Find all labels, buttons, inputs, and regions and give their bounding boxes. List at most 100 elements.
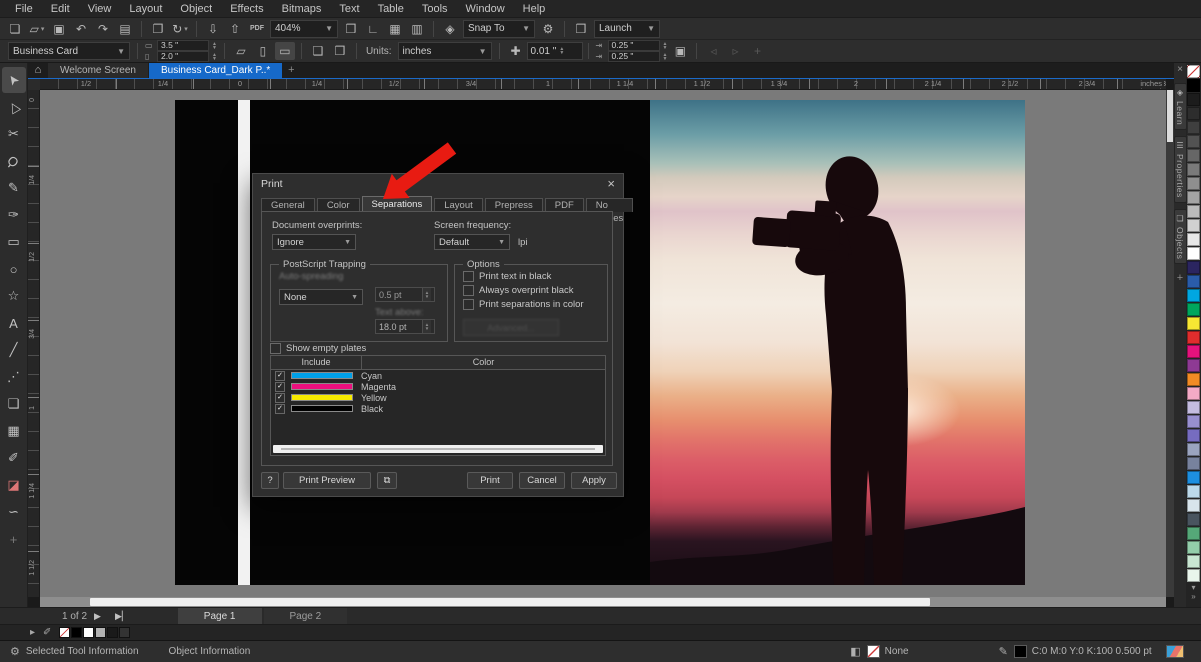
- vertical-scrollbar[interactable]: [1166, 90, 1174, 597]
- recent-color-swatch[interactable]: [107, 627, 118, 638]
- color-swatch[interactable]: [1187, 177, 1200, 190]
- treat-as-filled-icon[interactable]: ▣: [670, 42, 690, 60]
- options-gear-icon[interactable]: ⚙: [538, 20, 558, 38]
- landscape-icon[interactable]: ▭: [275, 42, 295, 60]
- plate-row[interactable]: ✓Yellow: [271, 392, 605, 403]
- docker-tab-learn[interactable]: ◈Learn: [1174, 83, 1187, 130]
- add-tool-icon[interactable]: +: [2, 526, 26, 552]
- docker-tab-properties[interactable]: ☰Properties: [1174, 136, 1187, 203]
- color-swatch[interactable]: [1187, 107, 1200, 120]
- shape-tool[interactable]: △: [2, 94, 26, 120]
- eraser-tool[interactable]: ◪: [2, 472, 26, 498]
- color-swatch[interactable]: [1187, 331, 1200, 344]
- color-swatch[interactable]: [1187, 163, 1200, 176]
- nudge-icon[interactable]: ✚: [506, 42, 526, 60]
- new-document-icon[interactable]: ❏: [5, 20, 25, 38]
- trapping-dropdown[interactable]: None▼: [279, 289, 363, 305]
- pdf-icon[interactable]: PDF: [247, 20, 267, 38]
- menu-bitmaps[interactable]: Bitmaps: [273, 0, 331, 18]
- plate-include-checkbox[interactable]: ✓: [275, 393, 285, 403]
- menu-window[interactable]: Window: [457, 0, 514, 18]
- horizontal-scrollbar[interactable]: [40, 597, 1166, 607]
- add-docker-icon[interactable]: +: [1177, 272, 1183, 284]
- print-tab-layout[interactable]: Layout: [434, 198, 483, 212]
- checkbox-box[interactable]: [270, 343, 281, 354]
- text-tool[interactable]: A: [2, 310, 26, 336]
- maximum-spread-field[interactable]: 0.5 pt ▲▼: [375, 287, 435, 302]
- apply-button[interactable]: Apply: [571, 472, 617, 489]
- spinner-arrows-icon[interactable]: ▲▼: [212, 53, 217, 61]
- import-icon[interactable]: ⇩: [203, 20, 223, 38]
- crop-tool[interactable]: ✂: [2, 121, 26, 147]
- print-tab-no-issues[interactable]: No Issues: [586, 198, 633, 212]
- spinner-arrows-icon[interactable]: ▲▼: [663, 42, 668, 50]
- docker-tab-objects[interactable]: ❏Objects: [1174, 209, 1187, 264]
- menu-view[interactable]: View: [79, 0, 121, 18]
- menu-file[interactable]: File: [6, 0, 42, 18]
- drop-shadow-tool[interactable]: ❏: [2, 391, 26, 417]
- print-preview-button[interactable]: Print Preview: [283, 472, 371, 489]
- paste-icon[interactable]: ❐: [148, 20, 168, 38]
- angle-icon[interactable]: ▱: [231, 42, 251, 60]
- color-swatch[interactable]: [1187, 373, 1200, 386]
- pattern-fill-tool[interactable]: ▦: [2, 418, 26, 444]
- plate-row[interactable]: ✓Magenta: [271, 381, 605, 392]
- palette-expand-icon[interactable]: »: [1191, 592, 1195, 601]
- new-document-tab-icon[interactable]: +: [283, 63, 299, 78]
- plate-row[interactable]: ✓Black: [271, 403, 605, 414]
- color-swatch[interactable]: [1187, 527, 1200, 540]
- menu-text[interactable]: Text: [330, 0, 368, 18]
- plate-include-checkbox[interactable]: ✓: [275, 382, 285, 392]
- menu-table[interactable]: Table: [369, 0, 413, 18]
- color-swatch[interactable]: [1187, 457, 1200, 470]
- artistic-media-tool[interactable]: ✑: [2, 202, 26, 228]
- print-tab-general[interactable]: General: [261, 198, 315, 212]
- document-overprints-dropdown[interactable]: Ignore▼: [272, 234, 356, 250]
- palette-scroll-down-icon[interactable]: ▾: [1191, 583, 1195, 592]
- color-swatch[interactable]: [1187, 261, 1200, 274]
- print-tab-separations[interactable]: Separations: [362, 196, 433, 212]
- color-swatch[interactable]: [1187, 233, 1200, 246]
- portrait-icon[interactable]: ▯: [253, 42, 273, 60]
- eyedropper-tool[interactable]: ✐: [2, 445, 26, 471]
- document-tab[interactable]: Welcome Screen: [48, 63, 148, 78]
- duplicate-y-field[interactable]: 0.25 ": [608, 51, 660, 62]
- undo-history-icon[interactable]: ↻▾: [170, 20, 190, 38]
- no-color-swatch[interactable]: [1187, 65, 1200, 78]
- spin-down-icon[interactable]: ▼: [559, 51, 564, 55]
- menu-tools[interactable]: Tools: [413, 0, 457, 18]
- color-swatch[interactable]: [1187, 429, 1200, 442]
- spin-down-icon[interactable]: ▼: [663, 57, 668, 61]
- color-swatch[interactable]: [1187, 93, 1200, 106]
- docker-close-icon[interactable]: ×: [1177, 63, 1183, 77]
- duplicate-x-field[interactable]: 0.25 ": [608, 40, 660, 51]
- status-gear-icon[interactable]: ⚙: [10, 645, 20, 658]
- plate-include-checkbox[interactable]: ✓: [275, 371, 285, 381]
- units-combo[interactable]: inches▼: [398, 42, 492, 60]
- color-swatch[interactable]: [1187, 135, 1200, 148]
- line-tool[interactable]: ╱: [2, 337, 26, 363]
- color-swatch[interactable]: [1187, 471, 1200, 484]
- screen-frequency-dropdown[interactable]: Default▼: [434, 234, 510, 250]
- plate-table-scrollbar[interactable]: [273, 445, 603, 453]
- current-page-icon[interactable]: ❒: [330, 42, 350, 60]
- checkbox-box[interactable]: [463, 285, 474, 296]
- show-empty-plates-checkbox[interactable]: Show empty plates: [270, 343, 366, 354]
- all-pages-icon[interactable]: ❑: [308, 42, 328, 60]
- print-button[interactable]: Print: [467, 472, 513, 489]
- color-swatch[interactable]: [1187, 513, 1200, 526]
- save-icon[interactable]: ▣: [49, 20, 69, 38]
- text-above-field[interactable]: 18.0 pt ▲▼: [375, 319, 435, 334]
- guidelines-icon[interactable]: ▥: [407, 20, 427, 38]
- color-swatch[interactable]: [1187, 247, 1200, 260]
- launch-combo[interactable]: Launch▼: [594, 20, 660, 38]
- menu-layout[interactable]: Layout: [120, 0, 171, 18]
- last-page-icon[interactable]: ▶▏: [115, 611, 129, 622]
- recent-color-swatch[interactable]: [83, 627, 94, 638]
- next-page-icon[interactable]: ▶: [94, 611, 101, 622]
- color-swatch[interactable]: [1187, 415, 1200, 428]
- freehand-tool[interactable]: ✎: [2, 175, 26, 201]
- spinner-arrows-icon[interactable]: ▲▼: [663, 53, 668, 61]
- option-checkbox[interactable]: Print separations in color: [463, 299, 584, 310]
- color-swatch[interactable]: [1187, 345, 1200, 358]
